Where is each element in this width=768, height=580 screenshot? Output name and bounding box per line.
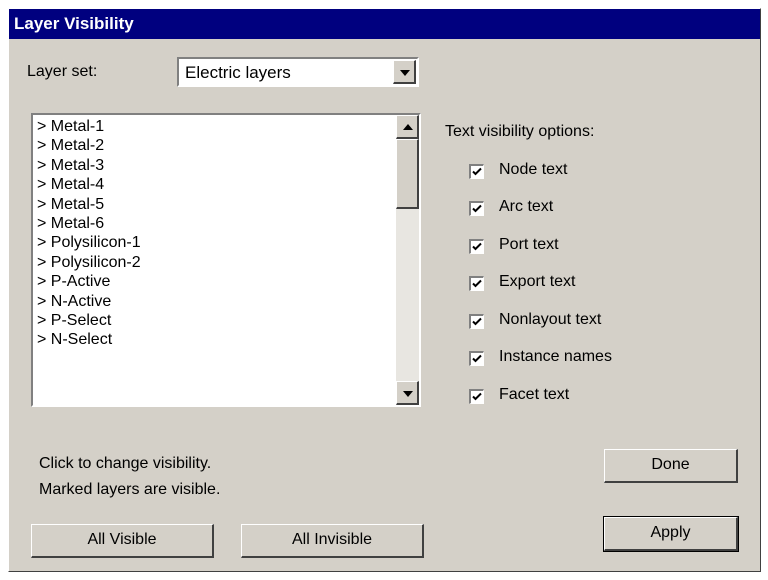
checkmark-icon xyxy=(472,392,482,401)
checkbox-box[interactable] xyxy=(469,276,484,291)
scroll-down-button[interactable] xyxy=(396,381,419,405)
layer-list-item[interactable]: > N-Select xyxy=(37,330,141,349)
all-invisible-button[interactable]: All Invisible xyxy=(241,524,424,558)
text-option-label: Facet text xyxy=(499,386,570,403)
layer-list-item[interactable]: > Metal-1 xyxy=(37,117,141,136)
hint-line-1: Click to change visibility. xyxy=(39,455,212,472)
done-button[interactable]: Done xyxy=(604,449,738,483)
chevron-down-icon xyxy=(400,70,410,76)
text-option-label: Arc text xyxy=(499,198,554,215)
layer-list-item[interactable]: > Metal-3 xyxy=(37,156,141,175)
checkbox-box[interactable] xyxy=(469,314,484,329)
checkmark-icon xyxy=(472,317,482,326)
checkbox-box[interactable] xyxy=(469,389,484,404)
text-option-label: Instance names xyxy=(499,348,612,365)
layer-list[interactable]: > Metal-1 > Metal-2 > Metal-3 > Metal-4 > Me… xyxy=(31,113,421,407)
layer-set-label: Layer set: xyxy=(27,63,98,80)
layer-set-dropdown[interactable]: Electric layers xyxy=(177,57,419,87)
scroll-down-arrow-icon xyxy=(403,391,413,397)
layer-list-item[interactable]: > Metal-4 xyxy=(37,175,141,194)
layer-items: > Metal-1 > Metal-2 > Metal-3 > Metal-4 > Me… xyxy=(37,117,141,350)
checkbox-box[interactable] xyxy=(469,239,484,254)
text-option-label: Nonlayout text xyxy=(499,311,602,328)
layer-list-item[interactable]: > P-Select xyxy=(37,311,141,330)
checkmark-icon xyxy=(472,242,482,251)
dropdown-button[interactable] xyxy=(393,60,416,84)
layer-list-item[interactable]: > P-Active xyxy=(37,272,141,291)
layer-list-item[interactable]: > Polysilicon-1 xyxy=(37,233,141,252)
layer-list-item[interactable]: > Metal-5 xyxy=(37,195,141,214)
window-title: Layer Visibility xyxy=(14,14,134,33)
hint-line-2: Marked layers are visible. xyxy=(39,481,221,498)
text-visibility-heading: Text visibility options: xyxy=(445,123,595,140)
text-option-label: Node text xyxy=(499,161,568,178)
checkmark-icon xyxy=(472,279,482,288)
title-bar: Layer Visibility xyxy=(9,9,760,39)
apply-button[interactable]: Apply xyxy=(603,516,739,552)
scroll-up-button[interactable] xyxy=(396,115,419,139)
checkmark-icon xyxy=(472,204,482,213)
layer-list-item[interactable]: > Metal-2 xyxy=(37,136,141,155)
layer-list-item[interactable]: > N-Active xyxy=(37,292,141,311)
text-option-label: Export text xyxy=(499,273,576,290)
layer-list-item[interactable]: > Metal-6 xyxy=(37,214,141,233)
checkmark-icon xyxy=(472,354,482,363)
layer-list-scrollbar[interactable] xyxy=(396,115,419,405)
layer-visibility-dialog: Layer Visibility Layer set: Electric lay… xyxy=(8,8,761,572)
all-visible-button[interactable]: All Visible xyxy=(31,524,214,558)
text-option-label: Port text xyxy=(499,236,559,253)
layer-list-item[interactable]: > Polysilicon-2 xyxy=(37,253,141,272)
scroll-thumb[interactable] xyxy=(396,139,419,209)
layer-set-value: Electric layers xyxy=(185,63,291,82)
checkbox-box[interactable] xyxy=(469,164,484,179)
checkmark-icon xyxy=(472,167,482,176)
checkbox-box[interactable] xyxy=(469,201,484,216)
checkbox-box[interactable] xyxy=(469,351,484,366)
scroll-up-arrow-icon xyxy=(403,124,413,130)
